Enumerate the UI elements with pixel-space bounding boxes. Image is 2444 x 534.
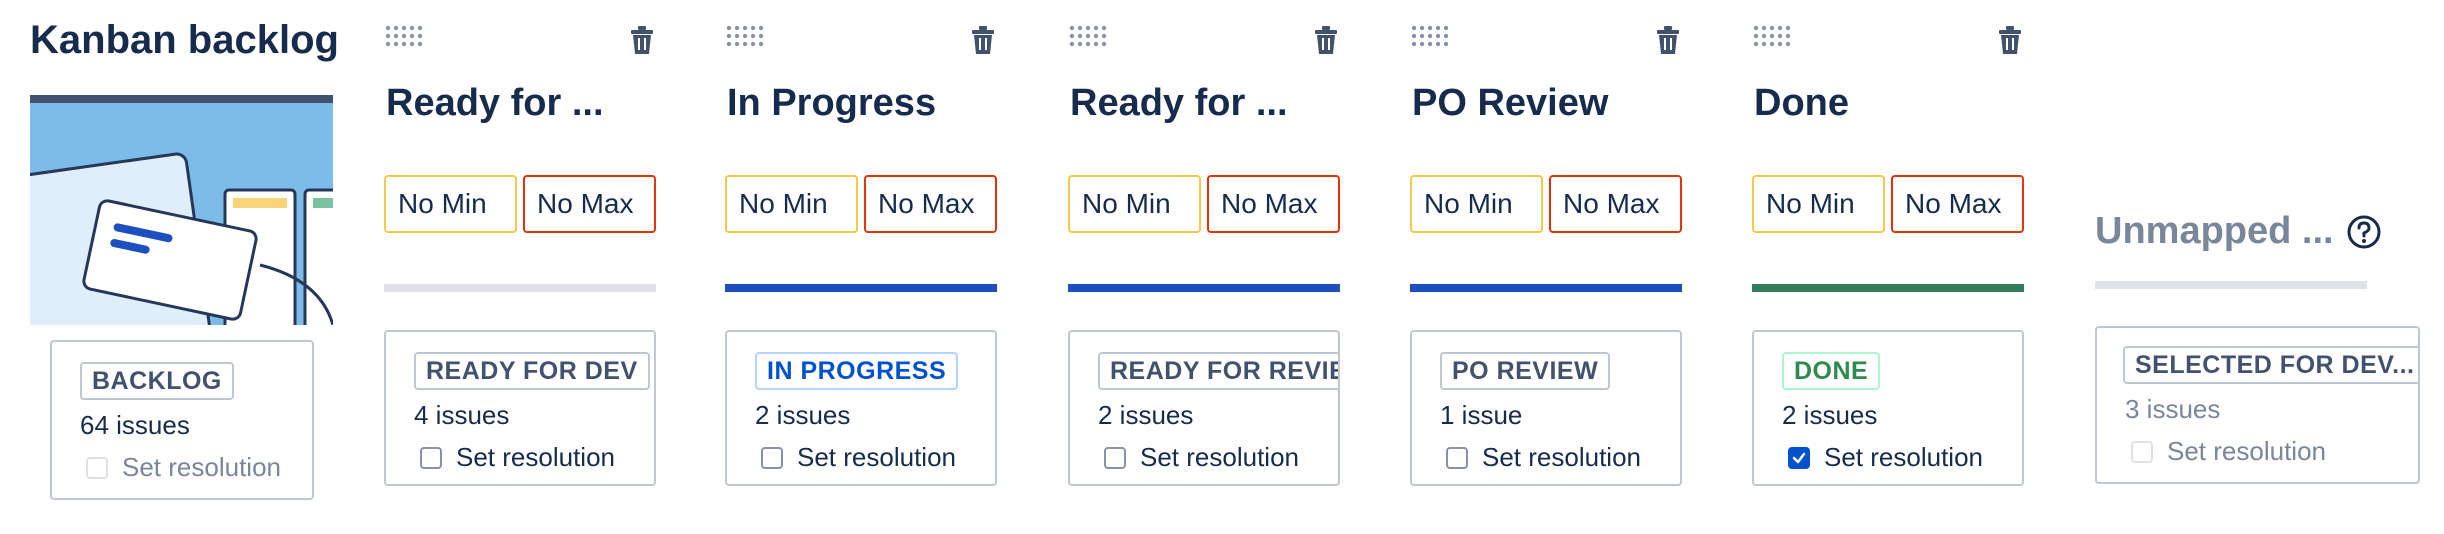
status-card[interactable]: PO REVIEW 1 issue Set resolution bbox=[1410, 330, 1682, 486]
set-resolution-checkbox: Set resolution bbox=[2131, 436, 2326, 467]
trash-icon[interactable] bbox=[628, 24, 656, 56]
status-lozenge: SELECTED FOR DEV... bbox=[2123, 346, 2418, 384]
checkbox-icon[interactable] bbox=[1788, 446, 1810, 469]
max-limit-button[interactable]: No Max bbox=[523, 175, 656, 233]
set-resolution-label: Set resolution bbox=[456, 442, 615, 472]
set-resolution-checkbox: Set resolution bbox=[86, 452, 281, 483]
status-lozenge: BACKLOG bbox=[80, 362, 234, 400]
backlog-title: Kanban backlog bbox=[30, 18, 339, 62]
issue-count: 2 issues bbox=[1098, 400, 1194, 430]
column-title[interactable]: In Progress bbox=[727, 82, 936, 125]
status-lozenge: PO REVIEW bbox=[1440, 352, 1611, 390]
workflow-column: PO Review No Min No Max PO REVIEW 1 issu… bbox=[1410, 0, 1682, 534]
trash-icon[interactable] bbox=[1312, 24, 1340, 56]
status-card[interactable]: IN PROGRESS 2 issues Set resolution bbox=[725, 330, 997, 486]
checkbox-icon[interactable] bbox=[761, 446, 783, 469]
unmapped-title: Unmapped ... bbox=[2095, 210, 2334, 252]
check-icon bbox=[1791, 442, 1807, 473]
max-limit-button[interactable]: No Max bbox=[1891, 175, 2024, 233]
set-resolution-checkbox[interactable]: Set resolution bbox=[1104, 442, 1299, 473]
column-status-bar bbox=[1068, 284, 1340, 292]
set-resolution-checkbox[interactable]: Set resolution bbox=[761, 442, 956, 473]
status-lozenge: READY FOR DEV bbox=[414, 352, 650, 390]
backlog-card: BACKLOG 64 issues Set resolution bbox=[50, 340, 314, 500]
workflow-column: Done No Min No Max DONE 2 issues Set res… bbox=[1752, 0, 2024, 534]
set-resolution-label: Set resolution bbox=[1482, 442, 1641, 472]
set-resolution-label: Set resolution bbox=[122, 452, 281, 482]
issue-count: 2 issues bbox=[755, 400, 851, 430]
workflow-column: In Progress No Min No Max IN PROGRESS 2 … bbox=[725, 0, 997, 534]
question-circle-icon[interactable] bbox=[2346, 214, 2382, 250]
drag-handle-icon[interactable] bbox=[384, 24, 424, 48]
set-resolution-label: Set resolution bbox=[1824, 442, 1983, 472]
issue-count: 4 issues bbox=[414, 400, 510, 430]
unmapped-header: Unmapped ... bbox=[2095, 210, 2382, 253]
trash-icon[interactable] bbox=[1654, 24, 1682, 56]
set-resolution-checkbox[interactable]: Set resolution bbox=[1788, 442, 1983, 473]
workflow-column: Ready for ... No Min No Max READY FOR RE… bbox=[1068, 0, 1340, 534]
workflow-column: Ready for ... No Min No Max READY FOR DE… bbox=[384, 0, 656, 534]
set-resolution-label: Set resolution bbox=[1140, 442, 1299, 472]
status-card[interactable]: READY FOR REVIEW 2 issues Set resolution bbox=[1068, 330, 1340, 486]
issue-count: 64 issues bbox=[80, 410, 190, 440]
column-title[interactable]: PO Review bbox=[1412, 82, 1608, 125]
column-status-bar bbox=[1752, 284, 2024, 292]
min-limit-button[interactable]: No Min bbox=[1752, 175, 1885, 233]
trash-icon[interactable] bbox=[969, 24, 997, 56]
issue-count: 1 issue bbox=[1440, 400, 1523, 430]
max-limit-button[interactable]: No Max bbox=[1549, 175, 1682, 233]
column-title[interactable]: Ready for ... bbox=[1070, 82, 1288, 125]
column-title[interactable]: Done bbox=[1754, 82, 1849, 125]
status-card[interactable]: DONE 2 issues Set resolution bbox=[1752, 330, 2024, 486]
status-card[interactable]: READY FOR DEV 4 issues Set resolution bbox=[384, 330, 656, 486]
min-limit-button[interactable]: No Min bbox=[384, 175, 517, 233]
issue-count: 3 issues bbox=[2125, 394, 2221, 424]
status-lozenge: DONE bbox=[1782, 352, 1881, 390]
min-limit-button[interactable]: No Min bbox=[1068, 175, 1201, 233]
trash-icon[interactable] bbox=[1996, 24, 2024, 56]
checkbox-icon bbox=[2131, 440, 2153, 463]
unmapped-bar bbox=[2095, 281, 2367, 289]
column-status-bar bbox=[1410, 284, 1682, 292]
min-limit-button[interactable]: No Min bbox=[1410, 175, 1543, 233]
drag-handle-icon[interactable] bbox=[1068, 24, 1108, 48]
checkbox-icon[interactable] bbox=[1446, 446, 1468, 469]
drag-handle-icon[interactable] bbox=[1410, 24, 1450, 48]
status-lozenge: READY FOR REVIEW bbox=[1098, 352, 1338, 390]
unmapped-column: Unmapped ... SELECTED FOR DEV... 3 issue… bbox=[2095, 0, 2420, 534]
checkbox-icon[interactable] bbox=[420, 446, 442, 469]
column-status-bar bbox=[725, 284, 997, 292]
set-resolution-label: Set resolution bbox=[2167, 436, 2326, 466]
column-status-bar bbox=[384, 284, 656, 292]
backlog-illustration bbox=[30, 95, 333, 325]
set-resolution-label: Set resolution bbox=[797, 442, 956, 472]
issue-count: 2 issues bbox=[1782, 400, 1878, 430]
column-title[interactable]: Ready for ... bbox=[386, 82, 604, 125]
max-limit-button[interactable]: No Max bbox=[1207, 175, 1340, 233]
drag-handle-icon[interactable] bbox=[725, 24, 765, 48]
checkbox-icon bbox=[86, 456, 108, 479]
min-limit-button[interactable]: No Min bbox=[725, 175, 858, 233]
drag-handle-icon[interactable] bbox=[1752, 24, 1792, 48]
checkbox-icon[interactable] bbox=[1104, 446, 1126, 469]
set-resolution-checkbox[interactable]: Set resolution bbox=[1446, 442, 1641, 473]
max-limit-button[interactable]: No Max bbox=[864, 175, 997, 233]
unmapped-card: SELECTED FOR DEV... 3 issues Set resolut… bbox=[2095, 326, 2420, 484]
set-resolution-checkbox[interactable]: Set resolution bbox=[420, 442, 615, 473]
status-lozenge: IN PROGRESS bbox=[755, 352, 959, 390]
